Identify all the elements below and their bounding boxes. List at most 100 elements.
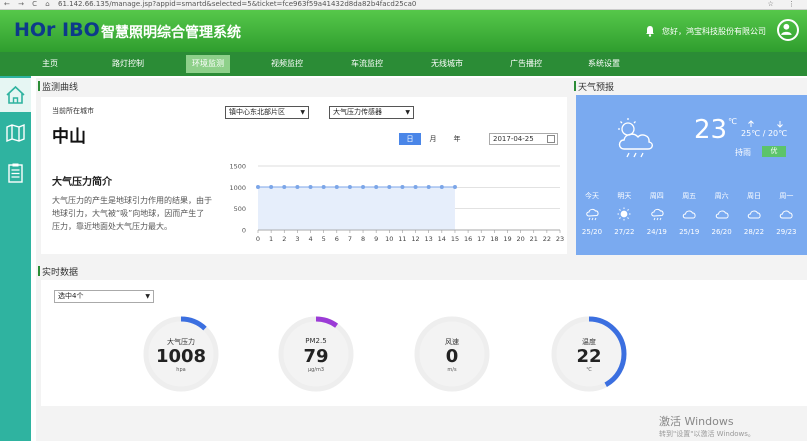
forecast-day-label: 明天 (617, 192, 632, 200)
y-tick-label: 1000 (229, 184, 246, 192)
x-tick-label: 19 (503, 235, 511, 243)
temp-unit: ℃ (728, 117, 737, 126)
forecast-day-label: 今天 (585, 192, 599, 200)
gauge-unit: m/s (447, 367, 457, 373)
nav-item-environment[interactable]: 环境监测 (186, 55, 230, 73)
gauge-select-value: 选中4个 (58, 292, 84, 300)
zone-select-value: 镇中心东北部片区 (229, 108, 285, 116)
gauge-unit: μg/m3 (307, 367, 325, 373)
tab-month[interactable]: 月 (424, 133, 442, 145)
y-tick-label: 1500 (229, 163, 246, 171)
cloud-icon (715, 210, 729, 219)
user-avatar-icon[interactable] (777, 19, 799, 41)
sun-icon (617, 207, 631, 221)
rain-cloud-icon (586, 208, 599, 221)
forecast-day-range: 25/20 (581, 228, 603, 236)
gauge-unit: hpa (176, 367, 186, 373)
data-point (452, 184, 457, 189)
sidebar (0, 76, 31, 441)
forecast-day-range: 28/22 (743, 228, 765, 236)
monitor-section-title: 监测曲线 (37, 80, 78, 93)
x-tick-label: 21 (530, 235, 538, 243)
address-url[interactable]: 61.142.66.135/manage.jsp?appid=smartd&se… (58, 0, 416, 9)
current-temp: 23 (694, 115, 728, 145)
x-tick-label: 13 (425, 235, 433, 243)
x-tick-label: 18 (490, 235, 498, 243)
chevron-down-icon: ▼ (145, 293, 150, 300)
tab-year[interactable]: 年 (448, 133, 466, 145)
rain-cloud-icon (651, 208, 664, 221)
main-nav: 主页 路灯控制 环境监测 视频监控 车流监控 无线城市 广告播控 系统设置 (0, 52, 807, 76)
x-tick-label: 12 (411, 235, 419, 243)
chevron-down-icon: ▼ (300, 109, 305, 116)
app-header: HOr IBO 智慧照明综合管理系统 您好，鸿宝科技股份有限公司 (0, 10, 807, 52)
forecast-day-range: 26/20 (711, 228, 732, 236)
x-tick-label: 22 (543, 235, 551, 243)
windows-activation-watermark: 激活 Windows (659, 415, 734, 428)
zone-select[interactable]: 镇中心东北部片区 ▼ (225, 106, 309, 119)
city-name: 中山 (52, 127, 86, 147)
nav-item-traffic[interactable]: 车流监控 (343, 52, 391, 76)
cloud-icon (682, 210, 696, 219)
gauge-value: 79 (303, 346, 329, 367)
intro-title: 大气压力简介 (52, 177, 112, 188)
sidebar-home[interactable] (0, 78, 31, 112)
forecast-day-label: 周日 (747, 192, 761, 200)
x-tick-label: 6 (335, 235, 339, 243)
realtime-section-title: 实时数据 (37, 265, 78, 278)
sidebar-map[interactable] (0, 116, 31, 150)
sensor-select-value: 大气压力传感器 (333, 108, 382, 116)
map-icon (6, 123, 25, 143)
data-point (295, 184, 300, 189)
forecast-day-label: 周六 (714, 192, 729, 200)
y-tick-label: 500 (234, 205, 246, 213)
windows-activation-hint: 转到"设置"以激活 Windows。 (659, 430, 755, 438)
browser-address-bar: ← → C ⌂ 61.142.66.135/manage.jsp?appid=s… (0, 0, 807, 10)
x-tick-label: 7 (348, 235, 352, 243)
data-point (256, 184, 260, 189)
data-point (400, 184, 405, 189)
forecast-day-range: 25/19 (679, 228, 700, 236)
city-caption: 当前所在城市 (52, 107, 94, 115)
aqi-badge: 优 (762, 146, 786, 157)
forecast-day-label: 周一 (779, 192, 794, 200)
x-tick-label: 3 (295, 235, 299, 243)
data-point (387, 184, 392, 189)
calendar-icon[interactable] (547, 135, 555, 143)
weather-section-title: 天气预报 (573, 80, 614, 93)
sensor-select[interactable]: 大气压力传感器 ▼ (329, 106, 414, 119)
nav-item-wireless[interactable]: 无线城市 (423, 52, 471, 76)
gauge-unit: ℃ (586, 367, 592, 373)
x-tick-label: 20 (516, 235, 524, 243)
nav-item-home[interactable]: 主页 (33, 52, 67, 76)
nav-item-ads[interactable]: 广告播控 (502, 52, 550, 76)
gauge-select[interactable]: 选中4个 ▼ (54, 290, 154, 303)
nav-item-streetlight[interactable]: 路灯控制 (104, 52, 152, 76)
home-icon (6, 85, 25, 104)
system-title: 智慧照明综合管理系统 (101, 25, 241, 41)
browser-right-buttons[interactable]: ☆ ⋮ (767, 0, 801, 9)
weather-card: 23 ℃ 25℃ / 20℃ 持雨 优 今天 25/20 明天 27/22 周四 24/1… (576, 95, 807, 255)
data-point (308, 184, 313, 189)
date-input[interactable]: 2017-04-25 (489, 133, 558, 145)
pressure-chart: 0500100015000 1 2 3 4 5 6 7 8 9 10 11 12 13 14 15 16 17 18… (229, 163, 564, 244)
forecast-day-label: 周五 (682, 192, 697, 200)
nav-item-video[interactable]: 视频监控 (263, 52, 311, 76)
x-tick-label: 23 (556, 235, 564, 243)
browser-nav-buttons[interactable]: ← → C ⌂ (4, 0, 53, 9)
tab-day[interactable]: 日 (399, 133, 421, 145)
series-area (258, 186, 455, 230)
bell-icon[interactable] (644, 25, 656, 37)
x-tick-label: 8 (361, 235, 365, 243)
data-point (361, 184, 366, 189)
y-tick-label: 0 (242, 227, 246, 235)
forecast-day-label: 周四 (649, 192, 664, 200)
data-point (282, 184, 287, 189)
arrow-up-icon (748, 120, 754, 127)
x-tick-label: 5 (322, 235, 326, 243)
data-point (334, 184, 339, 189)
temp-range: 25℃ / 20℃ (741, 129, 788, 138)
sidebar-list[interactable] (0, 156, 31, 190)
nav-item-settings[interactable]: 系统设置 (580, 52, 628, 76)
x-tick-label: 1 (269, 235, 273, 243)
